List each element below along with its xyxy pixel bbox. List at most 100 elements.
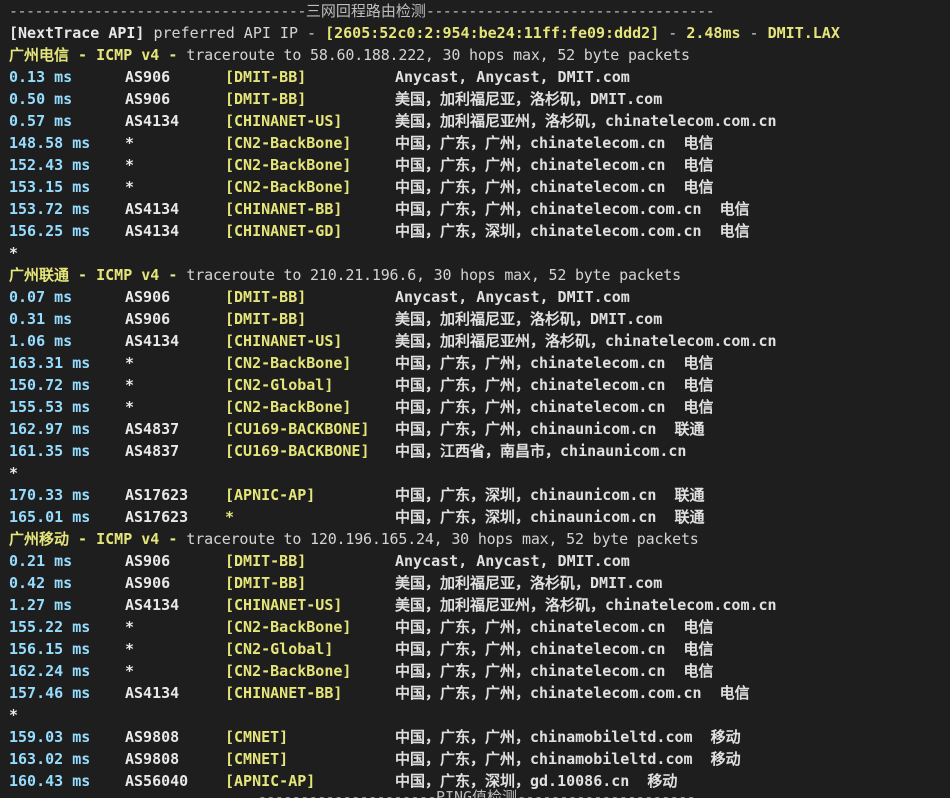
api-node: DMIT.LAX <box>767 24 840 42</box>
hop-geo: 中国，广东，广州，chinatelecom.com.cn 电信 <box>395 200 750 218</box>
hop-row: 170.33 ms AS17623 [APNIC-AP] 中国，广东，深圳，china… <box>9 484 944 506</box>
hop-tag: [DMIT-BB] <box>225 90 307 108</box>
hop-asn: AS906 <box>125 574 171 592</box>
hop-timeout: * <box>9 706 19 724</box>
hop-asn: AS4134 <box>125 112 180 130</box>
hop-tag: [CN2-BackBone] <box>225 178 352 196</box>
hop-row: 165.01 ms AS17623 * 中国，广东，深圳，chinaunicom.cn… <box>9 506 944 528</box>
hop-row: 159.03 ms AS9808 [CMNET] 中国，广东，广州，chinamobi… <box>9 726 944 748</box>
separator-dashes-right: ---------------------------------- <box>425 2 715 20</box>
hop-row: 0.13 ms AS906 [DMIT-BB] Anycast, Anycast, D… <box>9 66 944 88</box>
hop-tag: [CHINANET-US] <box>225 112 343 130</box>
hop-tag: [DMIT-BB] <box>225 288 307 306</box>
hop-geo: 中国，广东，广州，chinatelecom.cn 电信 <box>395 354 714 372</box>
hop-row: 157.46 ms AS4134 [CHINANET-BB] 中国，广东，广州，chi… <box>9 682 944 704</box>
hop-geo: 中国，广东，广州，chinatelecom.cn 电信 <box>395 618 714 636</box>
hop-row: 150.72 ms * [CN2-Global] 中国，广东，广州，chinatele… <box>9 374 944 396</box>
hop-tag: [CHINANET-GD] <box>225 222 343 240</box>
hop-asn: AS4134 <box>125 200 180 218</box>
hop-tag: [CMNET] <box>225 728 289 746</box>
hop-geo: Anycast, Anycast, DMIT.com <box>395 288 630 306</box>
hop-asn: * <box>125 354 135 372</box>
hop-latency: 0.21 ms <box>9 552 73 570</box>
hop-asn: AS9808 <box>125 750 180 768</box>
hop-latency: 170.33 ms <box>9 486 91 504</box>
section-header: 广州移动 - ICMP v4 - traceroute to 120.196.1… <box>9 528 944 550</box>
section-name: 广州电信 <box>9 46 70 64</box>
hop-geo: 美国，加利福尼亚，洛杉矶，DMIT.com <box>395 310 663 328</box>
hop-geo: 中国，江西省，南昌市，chinaunicom.cn <box>395 442 687 460</box>
hop-latency: 0.57 ms <box>9 112 73 130</box>
hop-tag: [CN2-Global] <box>225 640 334 658</box>
hop-asn: * <box>125 618 135 636</box>
hop-geo: 中国，广东，广州，chinamobileltd.com 移动 <box>395 728 741 746</box>
hop-asn: AS906 <box>125 90 171 108</box>
hop-row: 0.42 ms AS906 [DMIT-BB] 美国，加利福尼亚，洛杉矶，DMIT.c… <box>9 572 944 594</box>
hop-geo: 中国，广东，深圳，chinatelecom.com.cn 电信 <box>395 222 750 240</box>
hop-asn: AS4134 <box>125 596 180 614</box>
hop-latency: 162.24 ms <box>9 662 91 680</box>
section-traceroute: traceroute to 210.21.196.6, 30 hops max,… <box>186 266 681 284</box>
hop-latency: 0.42 ms <box>9 574 73 592</box>
hop-latency: 0.31 ms <box>9 310 73 328</box>
hop-row: 163.02 ms AS9808 [CMNET] 中国，广东，广州，chinamobi… <box>9 748 944 770</box>
api-label: [NextTrace API] <box>9 24 145 42</box>
hop-asn: AS9808 <box>125 728 180 746</box>
hop-asn: * <box>125 640 135 658</box>
hop-tag: [CHINANET-US] <box>225 332 343 350</box>
hop-latency: 155.53 ms <box>9 398 91 416</box>
hop-geo: 中国，广东，广州，chinatelecom.cn 电信 <box>395 662 714 680</box>
hop-row: 1.06 ms AS4134 [CHINANET-US] 美国，加利福尼亚州，洛杉矶，… <box>9 330 944 352</box>
hop-tag: [CN2-BackBone] <box>225 398 352 416</box>
hop-asn: AS4837 <box>125 420 180 438</box>
hop-tag: [DMIT-BB] <box>225 310 307 328</box>
hop-latency: 155.22 ms <box>9 618 91 636</box>
hop-latency: 153.72 ms <box>9 200 91 218</box>
hop-row: 0.21 ms AS906 [DMIT-BB] Anycast, Anycast, D… <box>9 550 944 572</box>
hop-latency: 0.07 ms <box>9 288 73 306</box>
section-header: 广州联通 - ICMP v4 - traceroute to 210.21.19… <box>9 264 944 286</box>
hop-geo: 美国，加利福尼亚，洛杉矶，DMIT.com <box>395 90 663 108</box>
hop-geo: 美国，加利福尼亚，洛杉矶，DMIT.com <box>395 574 663 592</box>
hop-timeout: * <box>9 464 19 482</box>
hop-geo: 中国，广东，广州，chinaunicom.cn 联通 <box>395 420 705 438</box>
hop-tag: [DMIT-BB] <box>225 574 307 592</box>
hop-asn: AS906 <box>125 288 171 306</box>
hop-timeout-row: * <box>9 462 944 484</box>
hop-latency: 165.01 ms <box>9 508 91 526</box>
hop-tag: [CN2-BackBone] <box>225 134 352 152</box>
hop-timeout: * <box>9 244 19 262</box>
hop-asn: * <box>125 156 135 174</box>
hop-asn: AS17623 <box>125 508 189 526</box>
hop-row: 156.15 ms * [CN2-Global] 中国，广东，广州，chinatele… <box>9 638 944 660</box>
hop-row: 156.25 ms AS4134 [CHINANET-GD] 中国，广东，深圳，chi… <box>9 220 944 242</box>
hop-row: 0.31 ms AS906 [DMIT-BB] 美国，加利福尼亚，洛杉矶，DMIT.c… <box>9 308 944 330</box>
hop-latency: 157.46 ms <box>9 684 91 702</box>
hop-tag: [APNIC-AP] <box>225 486 316 504</box>
hop-row: 162.24 ms * [CN2-BackBone] 中国，广东，广州，chinate… <box>9 660 944 682</box>
hop-latency: 148.58 ms <box>9 134 91 152</box>
hop-geo: 中国，广东，广州，chinatelecom.cn 电信 <box>395 134 714 152</box>
hop-latency: 1.06 ms <box>9 332 73 350</box>
hop-row: 155.53 ms * [CN2-BackBone] 中国，广东，广州，chinate… <box>9 396 944 418</box>
hop-tag: [CN2-BackBone] <box>225 618 352 636</box>
separator-title: PING值检测 <box>435 788 518 798</box>
bottom-separator: ---------------------PING值检测------------… <box>9 786 944 798</box>
hop-asn: * <box>125 398 135 416</box>
hop-row: 153.72 ms AS4134 [CHINANET-BB] 中国，广东，广州，chi… <box>9 198 944 220</box>
section-name: 广州联通 <box>9 266 70 284</box>
hop-timeout-row: * <box>9 242 944 264</box>
hop-tag: [CN2-BackBone] <box>225 156 352 174</box>
api-sep: - <box>740 24 768 42</box>
hop-geo: 中国，广东，广州，chinatelecom.cn 电信 <box>395 376 714 394</box>
hop-asn: AS906 <box>125 552 171 570</box>
hop-asn: * <box>125 134 135 152</box>
separator-dashes-left: ----------------------------------- <box>9 2 306 20</box>
hop-tag: [CHINANET-BB] <box>225 684 343 702</box>
hop-latency: 161.35 ms <box>9 442 91 460</box>
top-separator: -----------------------------------三网回程路… <box>9 0 944 22</box>
hop-latency: 163.31 ms <box>9 354 91 372</box>
separator-dashes-left: --------------------- <box>257 788 437 798</box>
hop-geo: 中国，广东，广州，chinatelecom.cn 电信 <box>395 640 714 658</box>
hop-latency: 0.13 ms <box>9 68 73 86</box>
